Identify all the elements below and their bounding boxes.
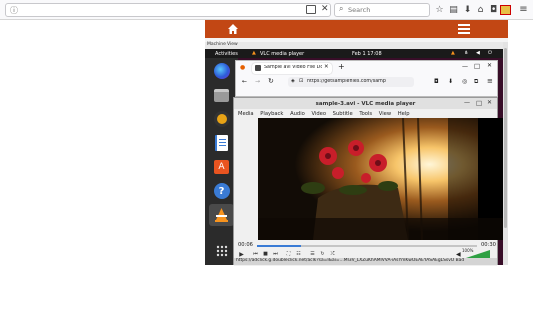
address-bar[interactable]: ⓘ ✕ [5, 3, 331, 17]
video-frame[interactable] [258, 118, 503, 240]
firefox-view-icon[interactable]: ● [240, 64, 245, 71]
elapsed-time: 00:06 [238, 242, 253, 248]
menu-view[interactable]: View [379, 111, 391, 117]
account-icon[interactable]: ◎ [462, 78, 467, 85]
menu-icon[interactable]: ≡ [487, 77, 493, 85]
reader-view-icon[interactable] [306, 5, 316, 14]
video-image [258, 118, 503, 240]
extension-icon[interactable] [500, 5, 511, 15]
vm-menu-machine[interactable]: Machine [207, 42, 226, 47]
software-icon[interactable]: A [209, 156, 234, 178]
back-icon[interactable]: ← [242, 78, 247, 85]
site-header [205, 20, 508, 38]
download-icon[interactable]: ⬇ [462, 4, 473, 15]
vlc-menubar: Media Playback Audio Video Subtitle Tool… [234, 109, 497, 118]
maximize-icon[interactable]: □ [476, 99, 482, 107]
inner-browser-window: ● Sample avi Video File Do ✕ + — □ ✕ ← →… [235, 60, 498, 97]
vm-menubar: Machine View [205, 42, 508, 49]
maximize-icon[interactable]: □ [474, 62, 480, 70]
files-icon[interactable] [209, 84, 234, 106]
lock-icon: ⊡ [299, 78, 304, 84]
close-icon[interactable]: ✕ [321, 4, 329, 14]
forward-icon[interactable]: → [255, 78, 260, 85]
stop-icon[interactable]: ■ [261, 250, 270, 258]
menu-tools[interactable]: Tools [359, 111, 372, 117]
fullscreen-icon[interactable]: ⛶ [284, 250, 293, 258]
minimize-icon[interactable]: — [464, 99, 470, 106]
vm-menu-view[interactable]: View [227, 42, 238, 47]
menu-playback[interactable]: Playback [260, 111, 283, 117]
play-icon[interactable]: ▶ [237, 250, 246, 258]
status-url-text: https://adclick.g.doubleclick.net/aclk?s… [236, 258, 465, 263]
browser-toolbar: ⓘ ✕ ⌕ Search ☆ ▤ ⬇ ⌂ ◘ ≡ [0, 0, 533, 20]
vlc-icon: ▲ [252, 50, 256, 56]
pocket-icon[interactable]: ◘ [434, 78, 439, 85]
tab-title: Sample avi Video File Do [264, 65, 322, 70]
previous-icon[interactable]: ⏮ [251, 250, 260, 258]
volume-level [466, 250, 490, 258]
libreoffice-writer-icon[interactable] [209, 132, 234, 154]
power-icon[interactable]: ⏻ [488, 50, 492, 56]
vlc-window: sample-3.avi - VLC media player — □ ✕ Me… [233, 97, 503, 266]
close-icon[interactable]: ✕ [487, 99, 492, 106]
playlist-icon[interactable]: ☰ [308, 250, 317, 258]
home-icon[interactable] [227, 23, 239, 35]
tab-favicon-icon [255, 65, 261, 71]
show-apps-icon[interactable] [209, 240, 234, 262]
search-icon: ⌕ [339, 4, 344, 13]
vlc-tray-icon[interactable]: ▲ [451, 50, 455, 56]
tab-close-icon[interactable]: ✕ [324, 64, 329, 70]
clipboard-icon[interactable]: ▤ [448, 4, 459, 15]
extended-settings-icon[interactable]: ☷ [294, 250, 303, 258]
scrollbar-thumb[interactable] [504, 48, 507, 228]
hamburger-icon[interactable] [458, 24, 470, 34]
seek-progress [257, 245, 301, 247]
activities-button[interactable]: Activities [215, 51, 238, 57]
shield-icon: ◈ [291, 78, 295, 84]
app-menu[interactable]: VLC media player [260, 51, 304, 57]
window-close-icon[interactable]: ✕ [487, 62, 492, 69]
browser-tab[interactable]: Sample avi Video File Do ✕ [252, 63, 332, 74]
status-bar: https://adclick.g.doubleclick.net/aclk?s… [234, 258, 497, 265]
home-icon[interactable]: ⌂ [475, 4, 486, 15]
total-time: 00:30 [481, 242, 496, 248]
inner-address-bar[interactable]: ◈ ⊡ https://getsamplefiles.com/samp [288, 77, 414, 87]
vlc-controls: 00:06 00:30 ▶ ⏮ ■ ⏭ ⛶ ☷ ☰ ↻ ⤮ 100% ◀ htt… [234, 240, 497, 266]
clock[interactable]: Feb 1 17:08 [352, 51, 382, 57]
volume-icon[interactable]: ◀ [476, 50, 480, 56]
menu-audio[interactable]: Audio [290, 111, 305, 117]
new-tab-icon[interactable]: + [338, 62, 345, 71]
next-icon[interactable]: ⏭ [271, 250, 280, 258]
search-input[interactable]: ⌕ Search [334, 3, 430, 17]
reload-icon[interactable]: ↻ [268, 77, 274, 85]
volume-slider[interactable] [466, 250, 490, 258]
pocket-icon[interactable]: ◘ [488, 4, 499, 15]
url-text: https://getsamplefiles.com/samp [307, 78, 386, 84]
volume-icon[interactable]: ◀ [456, 251, 461, 258]
seek-bar[interactable] [257, 245, 477, 247]
hamburger-menu-icon[interactable]: ≡ [518, 4, 529, 15]
page-scrollbar[interactable] [503, 42, 508, 265]
rhythmbox-icon[interactable] [209, 108, 234, 130]
vlc-icon[interactable] [209, 204, 234, 226]
info-icon[interactable]: ⓘ [10, 5, 18, 16]
minimize-icon[interactable]: — [462, 63, 468, 70]
menu-media[interactable]: Media [238, 111, 254, 117]
loop-icon[interactable]: ↻ [318, 250, 327, 258]
network-icon[interactable]: ⋔ [464, 50, 468, 56]
menu-video[interactable]: Video [311, 111, 326, 117]
star-icon[interactable]: ☆ [434, 4, 445, 15]
gnome-top-bar: Activities ▲ VLC media player Feb 1 17:0… [205, 49, 508, 58]
shuffle-icon[interactable]: ⤮ [328, 250, 337, 258]
menu-subtitle[interactable]: Subtitle [333, 111, 353, 117]
help-icon[interactable]: ? [209, 180, 234, 202]
extensions-icon[interactable]: ⧉ [474, 78, 478, 86]
download-icon[interactable]: ⬇ [448, 78, 453, 85]
firefox-icon[interactable] [209, 60, 234, 82]
vlc-titlebar[interactable]: sample-3.avi - VLC media player — □ ✕ [234, 98, 497, 109]
window-title: sample-3.avi - VLC media player [315, 100, 416, 107]
menu-help[interactable]: Help [398, 111, 410, 117]
